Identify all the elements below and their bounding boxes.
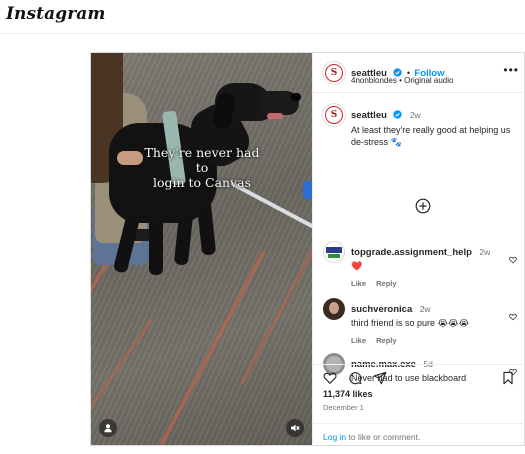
comment-like-button[interactable]: Like bbox=[351, 336, 366, 345]
verified-badge-icon bbox=[393, 110, 402, 119]
caption-author-avatar[interactable]: S bbox=[323, 104, 345, 126]
more-options-button[interactable]: ••• bbox=[503, 63, 519, 77]
comment: suchveronica 2w third friend is so pure … bbox=[351, 299, 501, 345]
post-details-panel: S seattleu • Follow 4nonblondes • Origin… bbox=[312, 53, 525, 445]
caption-author[interactable]: seattleu bbox=[351, 110, 387, 121]
comment-like-button[interactable]: Like bbox=[351, 279, 366, 288]
comment-header: suchveronica 2w bbox=[351, 299, 501, 317]
post-container: They're never had to login to Canvas S s… bbox=[90, 52, 525, 446]
water-bowl bbox=[303, 181, 312, 199]
comment-text: third friend is so pure 😭😭😭 bbox=[351, 318, 470, 328]
instagram-logo[interactable]: Instagram bbox=[6, 4, 106, 24]
muted-speaker-icon bbox=[291, 424, 300, 432]
post-date: December 1 bbox=[323, 403, 364, 412]
post-actions: 11,374 likes December 1 Log in to like o… bbox=[313, 364, 525, 445]
comment-heart-icon[interactable] bbox=[509, 313, 517, 321]
avatar-graphic bbox=[326, 247, 342, 253]
tagged-users-button[interactable] bbox=[99, 419, 117, 437]
dog-tongue bbox=[267, 113, 283, 119]
seattleu-logo-icon: S bbox=[326, 107, 342, 123]
like-heart-icon[interactable] bbox=[323, 371, 337, 385]
audio-line: 4nonblondes • Original audio bbox=[351, 76, 453, 85]
post-header: S seattleu • Follow 4nonblondes • Origin… bbox=[313, 53, 525, 93]
commenter-avatar[interactable] bbox=[323, 241, 345, 263]
avatar-graphic bbox=[329, 302, 339, 314]
overlay-line: login to Canvas bbox=[152, 175, 252, 190]
avatar-graphic bbox=[328, 254, 340, 258]
top-bar: Instagram bbox=[0, 0, 525, 34]
like-count[interactable]: 11,374 likes bbox=[323, 389, 373, 399]
audio-label[interactable]: Original audio bbox=[404, 76, 453, 85]
caption-time: 2w bbox=[409, 110, 421, 120]
comment-time: 2w bbox=[419, 304, 431, 314]
comments-section: S seattleu 2w At least they're really go… bbox=[313, 94, 525, 383]
post-video[interactable]: They're never had to login to Canvas bbox=[91, 53, 312, 445]
seattleu-logo-icon: S bbox=[326, 65, 342, 81]
comment-bubble-icon[interactable] bbox=[348, 371, 362, 385]
comment-heart-icon[interactable] bbox=[509, 256, 517, 264]
caption-header: seattleu 2w bbox=[351, 105, 517, 123]
save-bookmark-icon[interactable] bbox=[501, 371, 515, 385]
login-prompt: Log in to like or comment. bbox=[313, 423, 525, 446]
comment-meta: Like Reply bbox=[351, 279, 501, 288]
comment-text: ❤️ bbox=[351, 261, 363, 271]
comment-time: 2w bbox=[479, 247, 491, 257]
commenter-avatar[interactable] bbox=[323, 298, 345, 320]
comment: topgrade.assignment_help 2w ❤️ Like Repl… bbox=[351, 242, 501, 288]
author-avatar[interactable]: S bbox=[323, 62, 345, 84]
dog-nose bbox=[291, 93, 301, 101]
overlay-line: They're never had to bbox=[144, 145, 260, 175]
plus-circle-icon[interactable] bbox=[415, 198, 431, 214]
comment-header: topgrade.assignment_help 2w bbox=[351, 242, 501, 260]
caption-text: At least they're really good at helping … bbox=[351, 125, 511, 147]
comment-author[interactable]: suchveronica bbox=[351, 304, 412, 315]
comment-reply-button[interactable]: Reply bbox=[376, 279, 396, 288]
audio-author[interactable]: 4nonblondes bbox=[351, 76, 397, 85]
comment-reply-button[interactable]: Reply bbox=[376, 336, 396, 345]
caption: seattleu 2w At least they're really good… bbox=[351, 105, 517, 148]
login-prompt-text: to like or comment. bbox=[346, 432, 421, 442]
comment-author[interactable]: topgrade.assignment_help bbox=[351, 247, 472, 258]
video-caption-overlay: They're never had to login to Canvas bbox=[137, 145, 267, 190]
login-link[interactable]: Log in bbox=[323, 432, 346, 442]
user-tag-icon bbox=[104, 424, 112, 433]
comment-meta: Like Reply bbox=[351, 336, 501, 345]
mute-toggle-button[interactable] bbox=[286, 419, 304, 437]
separator-dot: • bbox=[399, 76, 402, 85]
share-send-icon[interactable] bbox=[373, 371, 387, 385]
